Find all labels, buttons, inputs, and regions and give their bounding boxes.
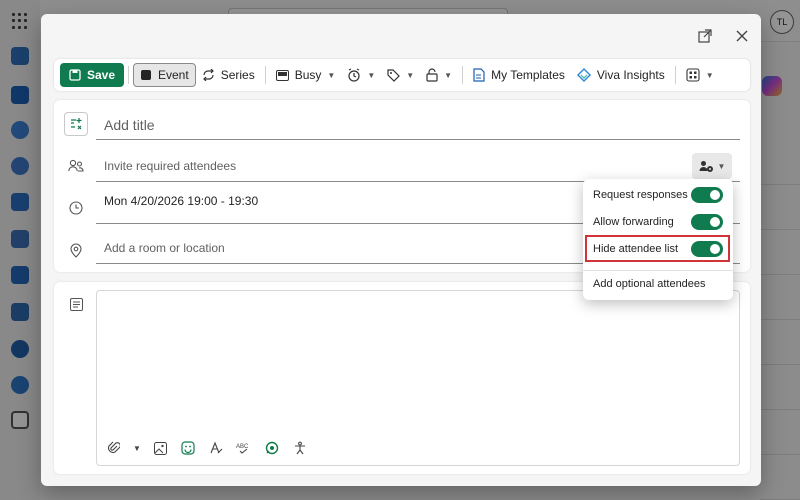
attendees-icon <box>66 156 86 176</box>
apps-grid-icon <box>686 68 700 82</box>
image-icon[interactable] <box>151 439 169 457</box>
reminder-dropdown[interactable]: ▼ <box>341 63 381 87</box>
add-optional-label: Add optional attendees <box>593 278 706 290</box>
title-placeholder: Add title <box>104 116 155 133</box>
toolbar-divider <box>674 66 676 84</box>
attendees-input[interactable]: Invite required attendees ▼ <box>96 150 740 182</box>
attendees-placeholder: Invite required attendees <box>104 158 237 173</box>
response-options-menu: Request responses Allow forwarding Hide … <box>583 179 733 300</box>
series-label: Series <box>220 68 255 82</box>
event-icon <box>140 69 152 81</box>
chevron-down-icon: ▼ <box>444 70 453 80</box>
event-body-card: ▼ ABC <box>54 282 750 474</box>
location-placeholder: Add a room or location <box>104 240 225 255</box>
templates-label: My Templates <box>491 68 565 82</box>
add-emoji-icon[interactable] <box>64 112 88 136</box>
my-templates-button[interactable]: My Templates <box>467 63 571 87</box>
highlight-box <box>585 235 730 262</box>
close-icon[interactable] <box>730 24 754 48</box>
toolbar-divider <box>128 66 129 84</box>
add-optional-attendees-item[interactable]: Add optional attendees <box>583 271 733 297</box>
allow-forwarding-label: Allow forwarding <box>593 216 674 228</box>
toolbar-divider <box>264 66 266 84</box>
chevron-down-icon: ▼ <box>367 70 376 80</box>
allow-forwarding-item[interactable]: Allow forwarding <box>583 209 733 235</box>
event-tab[interactable]: Event <box>133 63 196 87</box>
allow-forwarding-toggle[interactable] <box>691 214 723 230</box>
alarm-icon <box>347 68 361 82</box>
emoji-icon[interactable] <box>179 439 197 457</box>
attach-icon[interactable] <box>105 439 123 457</box>
chevron-down-icon[interactable]: ▼ <box>133 439 141 457</box>
apps-dropdown[interactable]: ▼ <box>680 63 720 87</box>
formatting-bar: ▼ ABC <box>105 439 309 457</box>
tag-icon <box>387 68 401 82</box>
chevron-down-icon: ▼ <box>327 70 336 80</box>
accessibility-icon[interactable] <box>291 439 309 457</box>
event-label: Event <box>158 68 189 82</box>
popout-icon[interactable] <box>693 24 717 48</box>
viva-label: Viva Insights <box>596 68 665 82</box>
busy-dropdown[interactable]: Busy ▼ <box>270 63 342 87</box>
lock-icon <box>426 68 438 82</box>
chevron-down-icon: ▼ <box>705 70 714 80</box>
status-icon <box>275 69 289 81</box>
repeat-icon <box>202 69 215 81</box>
response-options-button[interactable]: ▼ <box>692 153 732 179</box>
request-responses-toggle[interactable] <box>691 187 723 203</box>
chevron-down-icon: ▼ <box>406 70 415 80</box>
save-label: Save <box>86 68 116 82</box>
title-input[interactable]: Add title <box>96 110 740 140</box>
people-settings-icon <box>699 160 714 173</box>
clock-icon <box>66 198 86 218</box>
loop-icon[interactable] <box>263 439 281 457</box>
save-button[interactable]: Save <box>60 63 124 87</box>
text-format-icon[interactable] <box>207 439 225 457</box>
datetime-value: Mon 4/20/2026 19:00 - 19:30 <box>104 194 259 208</box>
event-toolbar: Save Event Series Busy ▼ ▼ ▼ ▼ My Templa… <box>54 59 750 91</box>
chevron-down-icon: ▼ <box>717 161 726 171</box>
category-dropdown[interactable]: ▼ <box>381 63 420 87</box>
notes-icon <box>66 294 86 314</box>
request-responses-item[interactable]: Request responses <box>583 182 733 208</box>
body-editor[interactable]: ▼ ABC <box>96 290 740 466</box>
privacy-dropdown[interactable]: ▼ <box>420 63 458 87</box>
template-icon <box>473 68 485 82</box>
location-icon <box>66 240 86 260</box>
spelling-icon[interactable]: ABC <box>235 439 253 457</box>
viva-insights-icon <box>576 68 591 82</box>
series-tab[interactable]: Series <box>196 63 261 87</box>
save-icon <box>69 69 81 81</box>
toolbar-divider <box>462 66 464 84</box>
viva-insights-button[interactable]: Viva Insights <box>571 63 671 87</box>
busy-label: Busy <box>294 68 322 82</box>
request-responses-label: Request responses <box>593 189 688 201</box>
